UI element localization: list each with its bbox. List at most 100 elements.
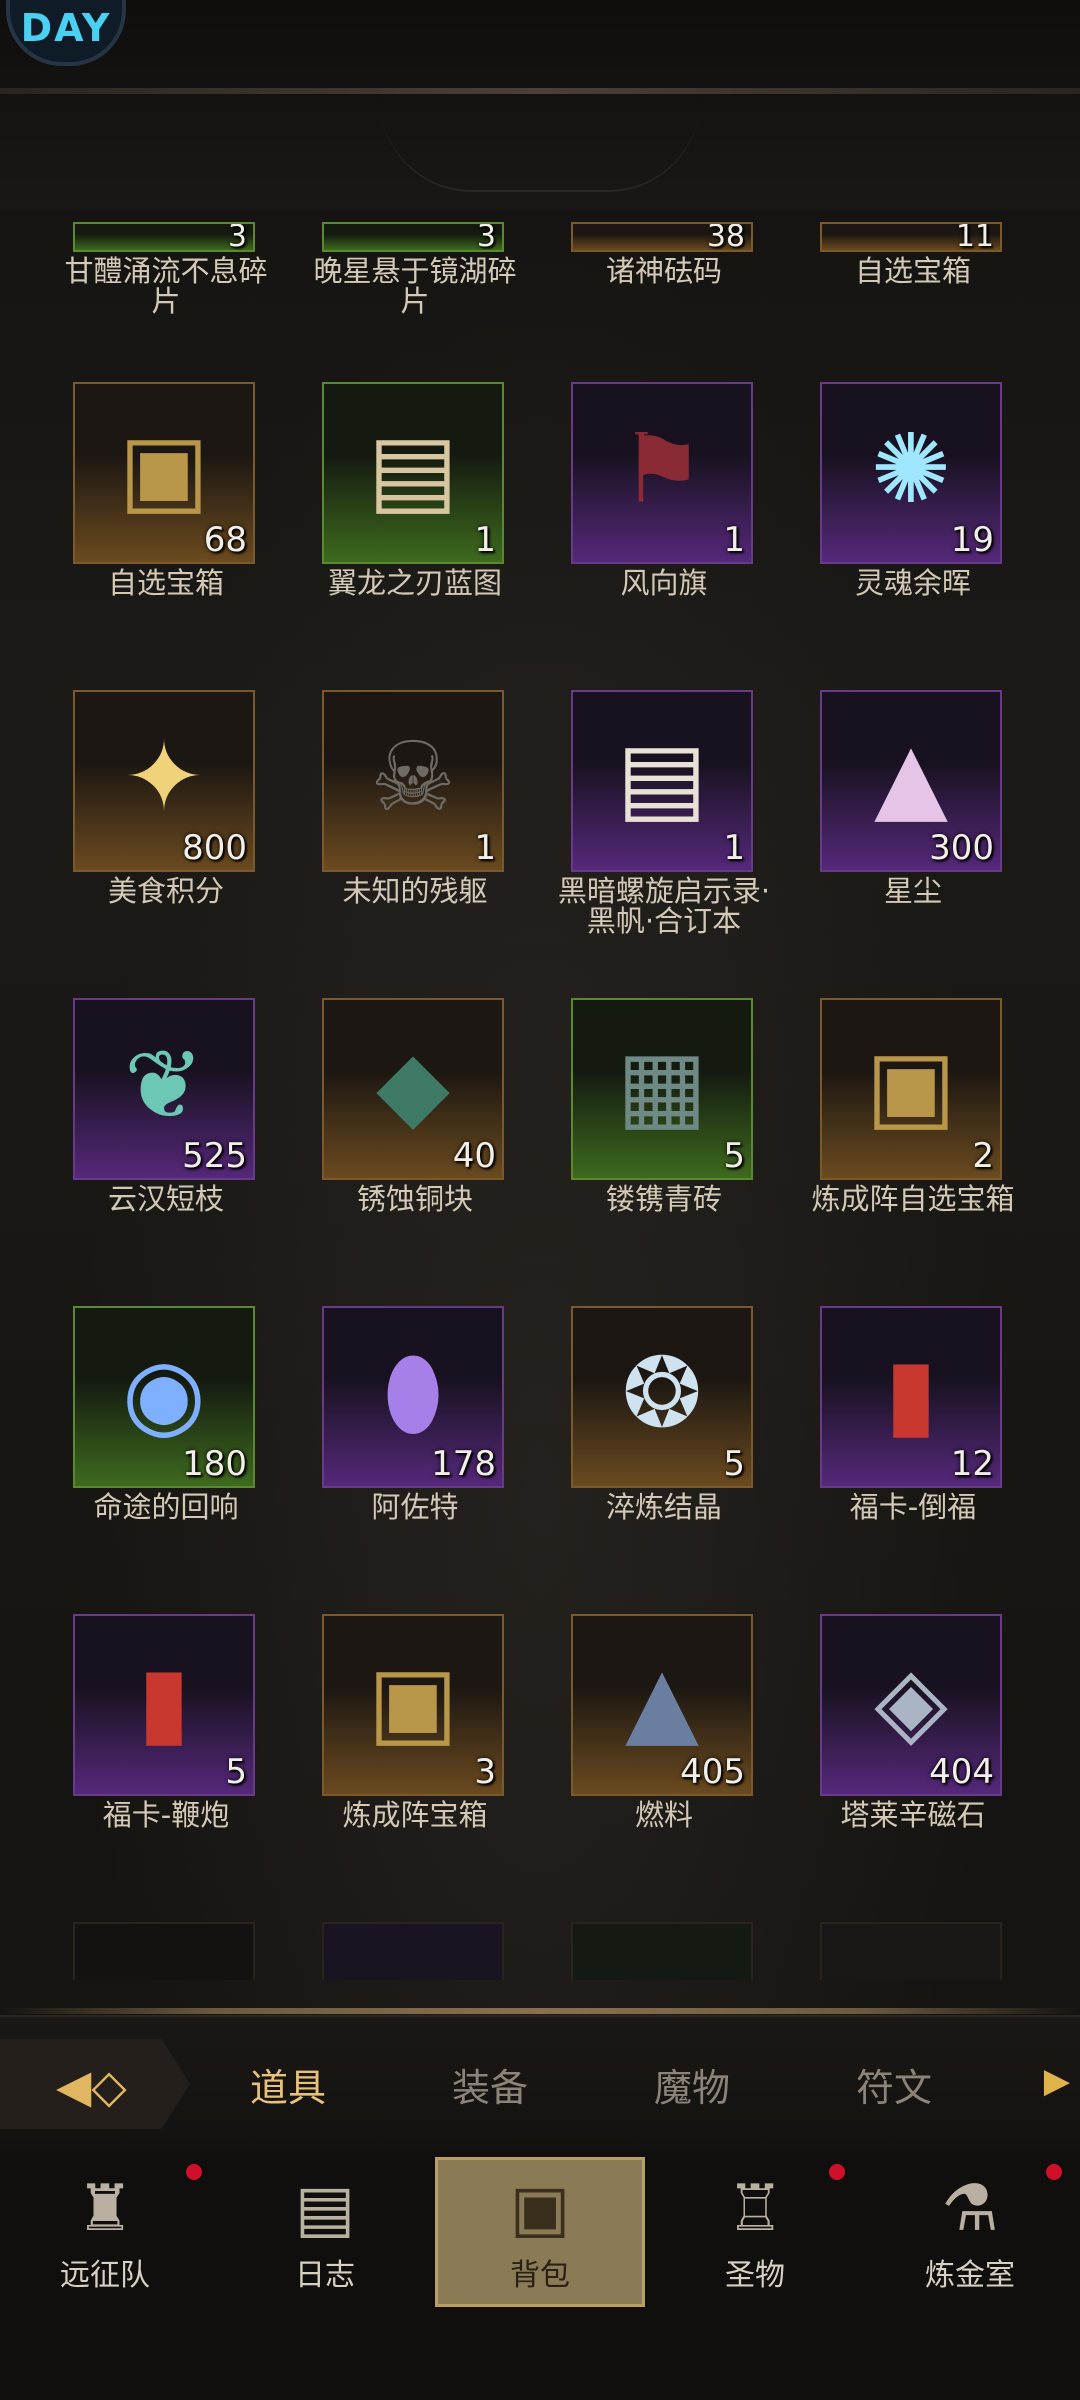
item-slot[interactable]: ⬮ 178 (322, 1306, 504, 1488)
item-name: 自选宝箱 (107, 566, 224, 600)
inventory-item[interactable]: ⬮ 178 阿佐特 (322, 1306, 508, 1522)
item-name: 自选宝箱 (854, 254, 971, 288)
notification-badge (1046, 2164, 1062, 2180)
inventory-item[interactable] (820, 1922, 1006, 1980)
inventory-item[interactable] (73, 1922, 259, 1980)
inventory-item[interactable]: 11 自选宝箱 (820, 222, 1006, 286)
item-name: 淬炼结晶 (605, 1490, 722, 1524)
item-slot[interactable]: ✺ 19 (820, 382, 1002, 564)
tab-divider (0, 2008, 1080, 2014)
item-slot[interactable]: ▲ 405 (571, 1614, 753, 1796)
item-slot[interactable]: 11 (820, 222, 1002, 252)
avatar[interactable]: DAY (6, 0, 126, 66)
frame-ornament (380, 100, 700, 192)
star-crystal-icon: ✦ (123, 721, 205, 834)
inventory-item[interactable] (322, 1922, 508, 1980)
item-name: 炼成阵宝箱 (342, 1798, 488, 1832)
item-slot[interactable]: ☠ 1 (322, 690, 504, 872)
inventory-item[interactable]: ▤ 1 翼龙之刃蓝图 (322, 382, 508, 598)
branch-icon: ❦ (123, 1029, 205, 1142)
item-slot[interactable]: ▮ 12 (820, 1306, 1002, 1488)
item-slot[interactable]: ▣ 3 (322, 1614, 504, 1796)
item-count: 178 (431, 1444, 496, 1484)
item-name: 未知的残躯 (342, 874, 488, 908)
inventory-item[interactable]: ▮ 12 福卡-倒福 (820, 1306, 1006, 1522)
item-slot[interactable]: ⚑ 1 (571, 382, 753, 564)
banner-icon: ⚑ (618, 413, 706, 526)
item-slot[interactable]: ▦ 5 (571, 998, 753, 1180)
item-count: 38 (706, 222, 745, 252)
item-name: 诸神砝码 (605, 254, 722, 288)
inventory-grid[interactable]: 3 甘醴涌流不息碎片 3 晚星悬于镜湖碎片 38 诸神砝码 11 自选宝箱 ▣ … (0, 210, 1080, 1980)
inventory-item[interactable]: ✦ 800 美食积分 (73, 690, 259, 906)
item-name: 塔莱辛磁石 (840, 1798, 986, 1832)
inventory-item[interactable] (571, 1922, 757, 1980)
item-slot[interactable]: ◈ 404 (820, 1614, 1002, 1796)
nav-relics[interactable]: ♖ 圣物 (650, 2160, 860, 2310)
item-name: 美食积分 (107, 874, 224, 908)
inventory-item[interactable]: ▤ 1 黑暗螺旋启示录·黑帆·合订本 (558, 690, 770, 936)
item-count: 525 (182, 1136, 247, 1176)
item-slot[interactable]: ▤ 1 (571, 690, 753, 872)
backpack-icon: ▣ (509, 2172, 571, 2246)
crystal-vial-icon: ⬮ (382, 1337, 444, 1450)
item-count: 405 (680, 1752, 745, 1792)
treasure-chest-icon: ▣ (367, 1645, 459, 1758)
item-slot[interactable]: ◆ 40 (322, 998, 504, 1180)
item-slot[interactable]: ❦ 525 (73, 998, 255, 1180)
chevron-right-icon[interactable]: ▶ (1044, 2061, 1070, 2101)
inventory-item[interactable]: ❦ 525 云汉短枝 (73, 998, 259, 1214)
nav-expedition[interactable]: ♜ 远征队 (0, 2160, 210, 2310)
copper-ore-icon: ◆ (376, 1029, 450, 1142)
inventory-item[interactable]: ✺ 19 灵魂余晖 (820, 382, 1006, 598)
item-slot[interactable]: 3 (73, 222, 255, 252)
item-slot[interactable]: ❂ 5 (571, 1306, 753, 1488)
item-count: 40 (452, 1136, 496, 1176)
item-slot[interactable]: ◉ 180 (73, 1306, 255, 1488)
item-name: 福卡-倒福 (849, 1490, 977, 1524)
inventory-item[interactable]: 3 甘醴涌流不息碎片 (64, 222, 268, 316)
notification-badge (829, 2164, 845, 2180)
item-slot[interactable] (571, 1922, 753, 1980)
inventory-item[interactable]: ▣ 3 炼成阵宝箱 (322, 1614, 508, 1830)
inventory-item[interactable]: ▣ 2 炼成阵自选宝箱 (811, 998, 1015, 1214)
inventory-item[interactable]: 3 晚星悬于镜湖碎片 (313, 222, 517, 316)
inventory-item[interactable]: ▲ 405 燃料 (571, 1614, 757, 1830)
item-slot[interactable]: ▣ 68 (73, 382, 255, 564)
nav-backpack[interactable]: ▣ 背包 (435, 2157, 645, 2307)
item-count: 11 (955, 222, 994, 252)
inventory-item[interactable]: ◉ 180 命途的回响 (73, 1306, 259, 1522)
inventory-item[interactable]: ▮ 5 福卡-鞭炮 (73, 1614, 259, 1830)
nav-journal[interactable]: ▤ 日志 (220, 2160, 430, 2310)
item-slot[interactable]: ▮ 5 (73, 1614, 255, 1796)
inventory-item[interactable]: ☠ 1 未知的残躯 (322, 690, 508, 906)
inventory-item[interactable]: ◆ 40 锈蚀铜块 (322, 998, 508, 1214)
item-slot[interactable]: ▣ 2 (820, 998, 1002, 1180)
tab-prev-button[interactable]: ◀◇ (0, 2039, 190, 2129)
item-slot[interactable]: ✦ 800 (73, 690, 255, 872)
tab-items[interactable]: 道具 (250, 2057, 326, 2112)
item-slot[interactable]: ▲ 300 (820, 690, 1002, 872)
item-count: 12 (950, 1444, 994, 1484)
inventory-item[interactable]: ▣ 68 自选宝箱 (73, 382, 259, 598)
inventory-item[interactable]: ▲ 300 星尘 (820, 690, 1006, 906)
inventory-item[interactable]: ▦ 5 镂镌青砖 (571, 998, 757, 1214)
carved-brick-icon: ▦ (616, 1029, 708, 1142)
tab-monsters[interactable]: 魔物 (654, 2057, 730, 2112)
item-slot[interactable] (322, 1922, 504, 1980)
inventory-item[interactable]: ⚑ 1 风向旗 (571, 382, 757, 598)
item-name: 晚星悬于镜湖碎片 (313, 254, 517, 318)
item-name: 燃料 (634, 1798, 693, 1832)
inventory-item[interactable]: 38 诸神砝码 (571, 222, 757, 286)
item-slot[interactable]: 3 (322, 222, 504, 252)
tab-runes[interactable]: 符文 (856, 2057, 932, 2112)
inventory-item[interactable]: ◈ 404 塔莱辛磁石 (820, 1614, 1006, 1830)
item-slot[interactable]: 38 (571, 222, 753, 252)
chalice-icon: ♖ (726, 2172, 784, 2246)
item-slot[interactable]: ▤ 1 (322, 382, 504, 564)
tab-equipment[interactable]: 装备 (452, 2057, 528, 2112)
item-slot[interactable] (73, 1922, 255, 1980)
item-slot[interactable] (820, 1922, 1002, 1980)
inventory-item[interactable]: ❂ 5 淬炼结晶 (571, 1306, 757, 1522)
nav-alchemy[interactable]: ⚗ 炼金室 (865, 2160, 1075, 2310)
